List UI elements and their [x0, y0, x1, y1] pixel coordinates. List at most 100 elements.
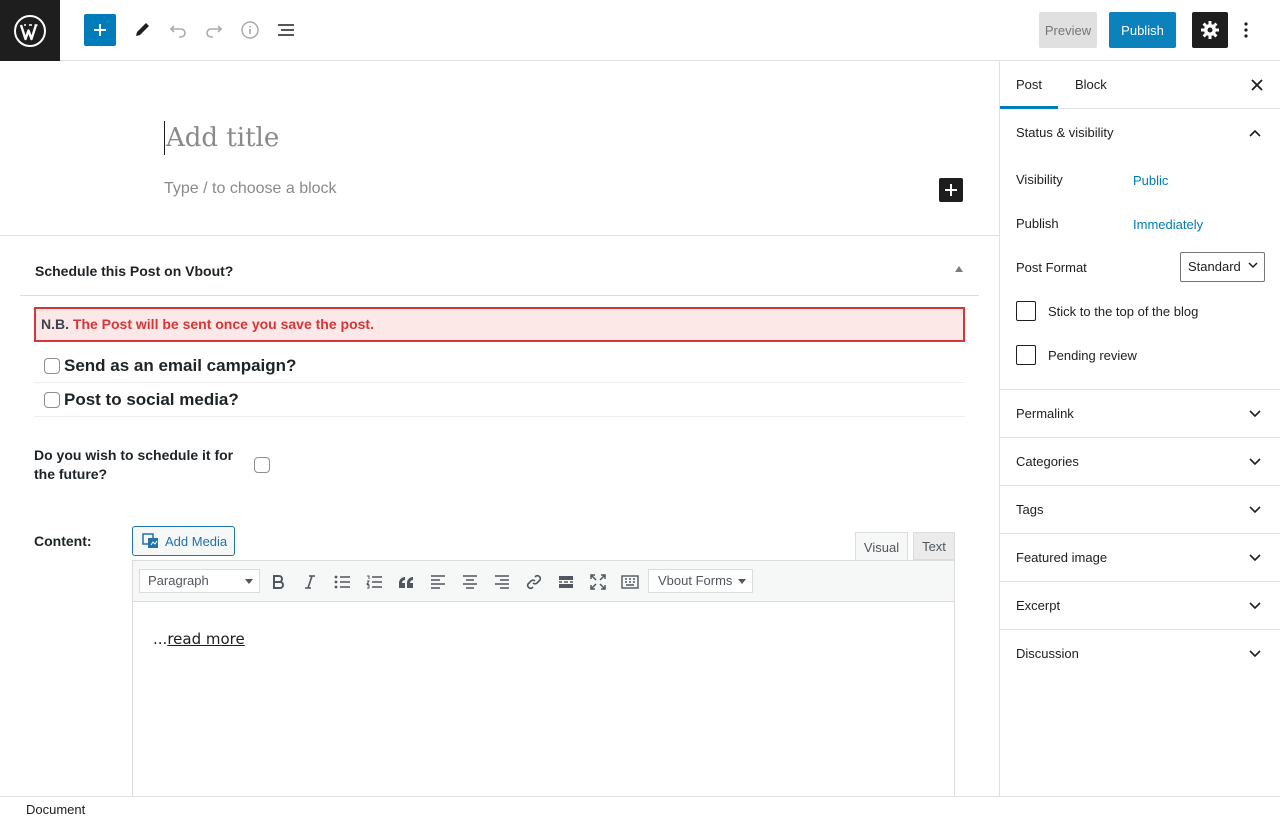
vbout-forms-dropdown[interactable]: Vbout Forms — [648, 569, 753, 593]
numbered-list-icon[interactable] — [362, 570, 386, 594]
preview-button[interactable]: Preview — [1039, 12, 1097, 48]
format-select-value: Paragraph — [148, 573, 209, 588]
wordpress-logo-button[interactable] — [0, 0, 60, 61]
schedule-checkbox[interactable] — [254, 457, 270, 473]
panel-permalink[interactable]: Permalink — [1000, 390, 1280, 438]
block-inserter-toggle[interactable] — [84, 14, 116, 46]
details-button[interactable] — [234, 14, 266, 46]
social-media-checkbox[interactable] — [44, 391, 60, 408]
close-icon[interactable] — [1247, 75, 1267, 95]
tab-post[interactable]: Post — [1000, 61, 1059, 109]
notice-message: The Post will be sent once you save the … — [72, 316, 374, 332]
panel-discussion-title: Discussion — [1016, 646, 1079, 661]
read-more-tag-icon[interactable] — [554, 570, 578, 594]
blockquote-icon[interactable] — [394, 570, 418, 594]
format-select[interactable]: Paragraph — [139, 569, 260, 593]
publish-label: Publish — [1016, 216, 1059, 231]
publish-button[interactable]: Publish — [1109, 12, 1176, 48]
toolbar-toggle-icon[interactable] — [618, 570, 642, 594]
panel-tags[interactable]: Tags — [1000, 486, 1280, 534]
link-icon[interactable] — [522, 570, 546, 594]
editor-toolbar: Paragraph Vbout Forms — [132, 560, 955, 602]
vbout-forms-label: Vbout Forms — [658, 573, 733, 588]
sidebar-tabs: Post Block — [1000, 61, 1280, 109]
content-editor-body[interactable]: ...read more — [132, 602, 955, 796]
editor-canvas: Add title Type / to choose a block Sched… — [0, 61, 999, 796]
metabox-title: Schedule this Post on Vbout? — [35, 263, 234, 279]
add-media-button[interactable]: Add Media — [132, 526, 235, 556]
info-icon — [241, 21, 259, 39]
align-center-icon[interactable] — [458, 570, 482, 594]
default-block-appender[interactable]: Type / to choose a block — [164, 180, 337, 198]
read-more-link[interactable]: read more — [167, 630, 244, 648]
read-more-text: ...read more — [153, 630, 245, 648]
status-visibility-panel-toggle[interactable]: Status & visibility — [1000, 109, 1280, 157]
italic-icon[interactable] — [298, 570, 322, 594]
settings-button[interactable] — [1192, 12, 1228, 48]
stick-to-top-label[interactable]: Stick to the top of the blog — [1048, 304, 1198, 319]
post-format-value: Standard — [1188, 259, 1241, 274]
plus-icon — [945, 184, 957, 196]
post-format-select[interactable]: Standard — [1180, 252, 1265, 282]
publish-date-toggle[interactable]: Immediately — [1133, 217, 1203, 232]
panel-discussion[interactable]: Discussion — [1000, 630, 1280, 678]
chevron-down-icon — [1249, 554, 1261, 562]
tab-visual[interactable]: Visual — [855, 532, 908, 561]
panel-featured-image[interactable]: Featured image — [1000, 534, 1280, 582]
post-title-input[interactable]: Add title — [164, 121, 279, 155]
breadcrumb-document[interactable]: Document — [26, 802, 85, 817]
stick-to-top-checkbox[interactable] — [1016, 301, 1036, 321]
dropdown-arrow-icon — [245, 579, 253, 584]
post-format-label: Post Format — [1016, 260, 1087, 275]
settings-sidebar: Post Block Status & visibility Visibilit… — [999, 61, 1280, 796]
block-breadcrumb-bar: Document — [0, 796, 1280, 821]
content-label: Content: — [34, 533, 92, 549]
panel-excerpt[interactable]: Excerpt — [1000, 582, 1280, 630]
metaboxes-area: Schedule this Post on Vbout? N.B. The Po… — [0, 235, 999, 796]
wordpress-icon — [14, 14, 46, 47]
redo-button[interactable] — [198, 14, 230, 46]
align-left-icon[interactable] — [426, 570, 450, 594]
more-vertical-icon — [1244, 22, 1248, 38]
read-more-prefix: ... — [153, 630, 168, 648]
add-media-label: Add Media — [165, 533, 228, 549]
save-notice: N.B. The Post will be sent once you save… — [34, 307, 965, 342]
email-campaign-checkbox[interactable] — [44, 357, 60, 374]
chevron-up-icon — [1249, 129, 1261, 137]
vbout-metabox-header[interactable]: Schedule this Post on Vbout? — [20, 236, 979, 296]
pencil-icon — [136, 23, 149, 36]
tab-text[interactable]: Text — [913, 532, 955, 560]
redo-icon — [206, 25, 223, 38]
more-options-button[interactable] — [1232, 14, 1260, 46]
social-media-row: Post to social media? — [34, 383, 965, 417]
email-campaign-row: Send as an email campaign? — [34, 349, 965, 383]
chevron-down-icon — [1249, 410, 1261, 418]
list-view-button[interactable] — [270, 14, 302, 46]
social-media-label[interactable]: Post to social media? — [64, 390, 239, 410]
panel-permalink-title: Permalink — [1016, 406, 1074, 421]
align-right-icon[interactable] — [490, 570, 514, 594]
tools-button[interactable] — [126, 14, 158, 46]
chevron-down-icon — [1248, 262, 1258, 269]
dropdown-arrow-icon — [738, 579, 746, 584]
visibility-toggle[interactable]: Public — [1133, 173, 1168, 188]
panel-featured-image-title: Featured image — [1016, 550, 1108, 565]
undo-button[interactable] — [162, 14, 194, 46]
plus-icon — [94, 24, 106, 36]
tab-block[interactable]: Block — [1059, 61, 1123, 109]
add-block-button[interactable] — [939, 178, 963, 202]
panel-tags-title: Tags — [1016, 502, 1044, 517]
fullscreen-icon[interactable] — [586, 570, 610, 594]
collapse-arrow-icon[interactable] — [955, 266, 963, 272]
chevron-down-icon — [1249, 506, 1261, 514]
pending-review-checkbox[interactable] — [1016, 345, 1036, 365]
undo-icon — [169, 25, 186, 38]
pending-review-label[interactable]: Pending review — [1048, 348, 1137, 363]
bullet-list-icon[interactable] — [330, 570, 354, 594]
email-campaign-label[interactable]: Send as an email campaign? — [64, 356, 296, 376]
bold-icon[interactable] — [266, 570, 290, 594]
status-visibility-title: Status & visibility — [1016, 125, 1114, 140]
media-icon — [142, 533, 158, 548]
panel-categories[interactable]: Categories — [1000, 438, 1280, 486]
chevron-down-icon — [1249, 458, 1261, 466]
